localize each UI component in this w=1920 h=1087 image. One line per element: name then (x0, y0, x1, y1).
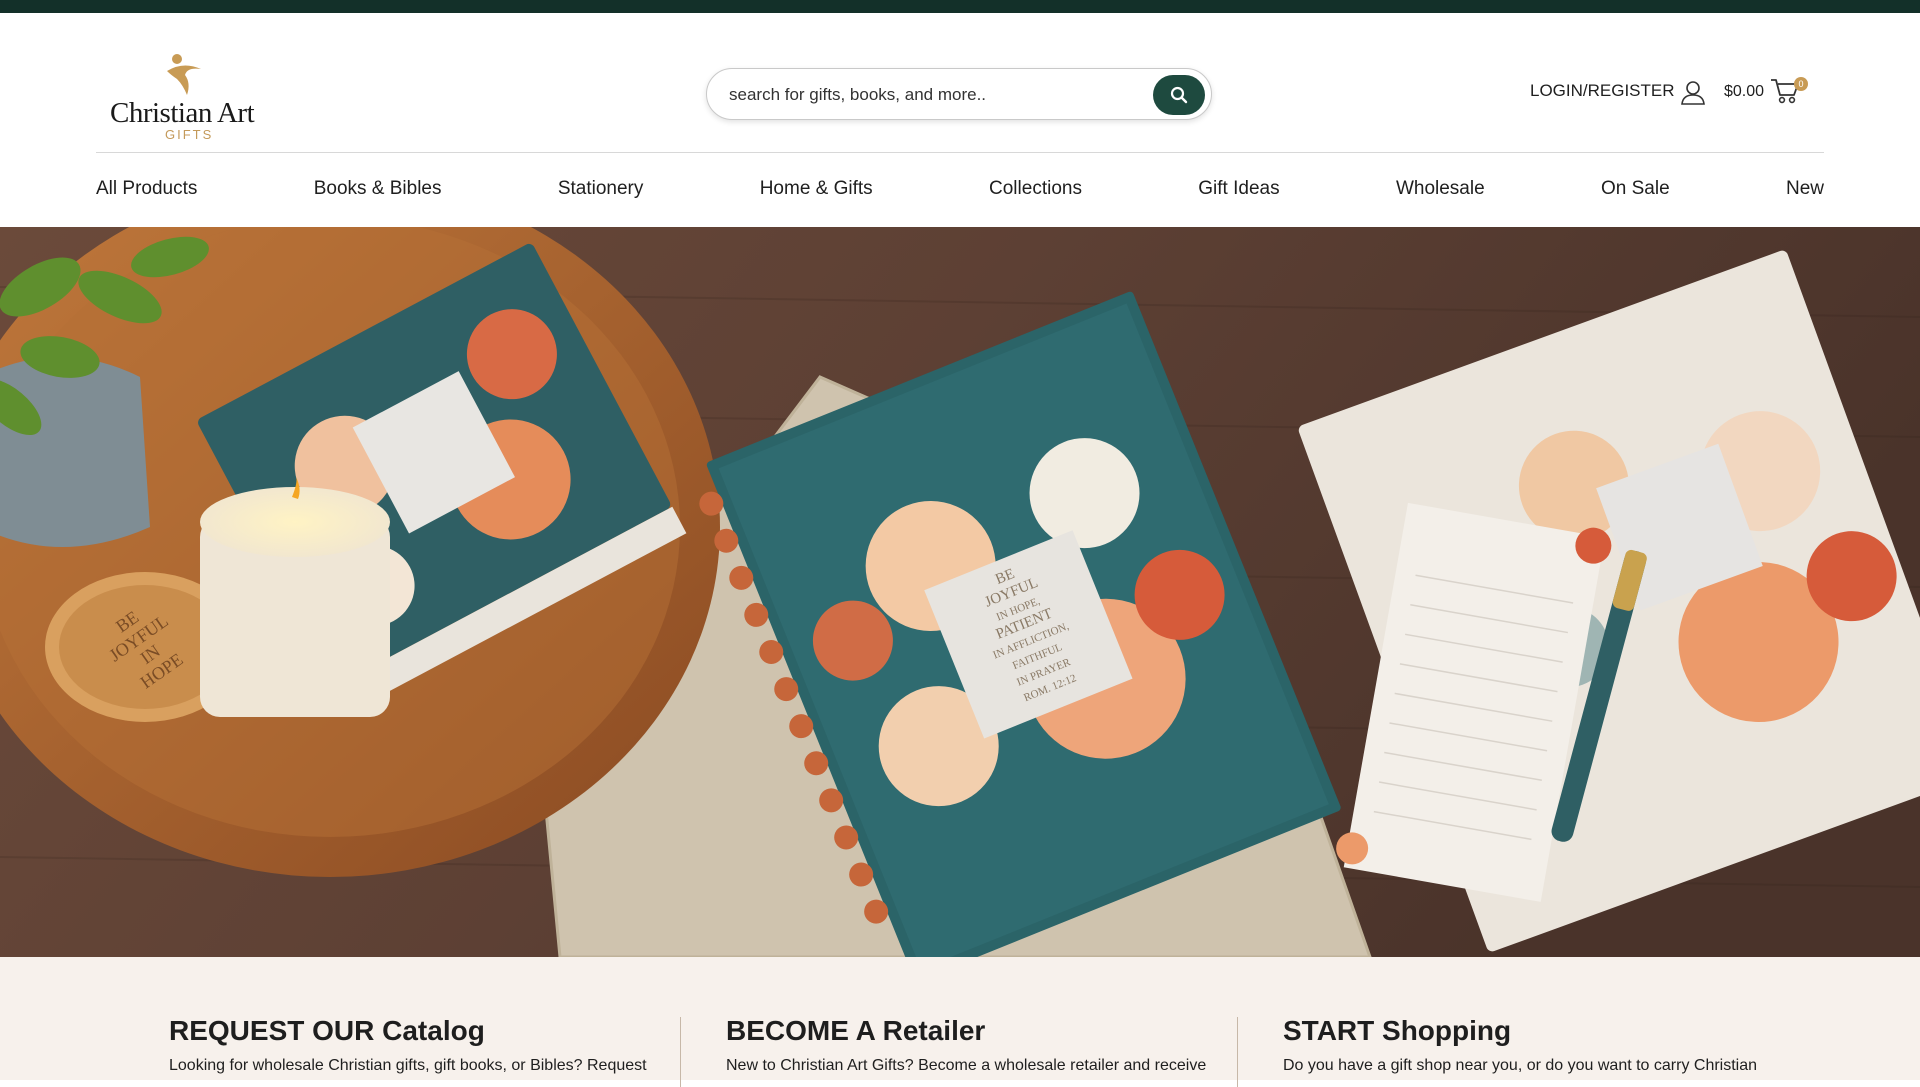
search-input[interactable] (727, 81, 1131, 109)
retailer-title[interactable]: BECOME A Retailer (726, 1015, 1216, 1047)
nav-gift-ideas[interactable]: Gift Ideas (1198, 178, 1279, 200)
search-icon (1170, 86, 1188, 104)
logo-figure-icon (167, 54, 201, 95)
main-nav: All Products Books & Bibles Stationery H… (96, 152, 1824, 226)
nav-new[interactable]: New (1786, 178, 1824, 200)
nav-all-products[interactable]: All Products (96, 178, 197, 200)
nav-wholesale[interactable]: Wholesale (1396, 178, 1485, 200)
cart-count-badge: 0 (1794, 77, 1808, 91)
nav-stationery[interactable]: Stationery (558, 178, 644, 200)
nav-collections[interactable]: Collections (989, 178, 1082, 200)
retailer-column: BECOME A Retailer New to Christian Art G… (726, 1015, 1216, 1075)
top-bar (0, 0, 1920, 13)
shopping-title[interactable]: START Shopping (1283, 1015, 1773, 1047)
catalog-title[interactable]: REQUEST OUR Catalog (169, 1015, 659, 1047)
search-button[interactable] (1153, 75, 1205, 115)
cart-total[interactable]: $0.00 (1724, 83, 1764, 101)
catalog-column: REQUEST OUR Catalog Looking for wholesal… (169, 1015, 659, 1075)
site-header: Christian Art GIFTS LOGIN/REGISTER $0.00… (0, 13, 1920, 153)
brand-logo[interactable]: Christian Art GIFTS (108, 53, 268, 143)
hero-banner[interactable]: BE JOYFUL IN HOPE, PATIENT IN AFFLICTION, FAI… (0, 227, 1920, 957)
nav-home-gifts[interactable]: Home & Gifts (760, 178, 873, 200)
column-divider (680, 1017, 681, 1087)
shopping-text: Do you have a gift shop near you, or do … (1283, 1057, 1758, 1074)
logo-text: Christian Art (110, 97, 255, 129)
retailer-text: New to Christian Art Gifts? Become a who… (726, 1057, 1207, 1074)
info-section: REQUEST OUR Catalog Looking for wholesal… (0, 957, 1920, 1087)
nav-on-sale[interactable]: On Sale (1601, 178, 1670, 200)
hero-image: BEJOYFULIN HOPE,PATIENTIN AFFLICTION,FAI… (0, 227, 1920, 957)
login-register-link[interactable]: LOGIN/REGISTER (1530, 81, 1675, 101)
logo-subtext: GIFTS (165, 127, 214, 142)
nav-books-bibles[interactable]: Books & Bibles (314, 178, 442, 200)
search-bar (706, 68, 1212, 120)
catalog-text: Looking for wholesale Christian gifts, g… (169, 1057, 647, 1074)
column-divider (1237, 1017, 1238, 1087)
shopping-column: START Shopping Do you have a gift shop n… (1283, 1015, 1773, 1075)
user-icon[interactable] (1680, 79, 1706, 105)
